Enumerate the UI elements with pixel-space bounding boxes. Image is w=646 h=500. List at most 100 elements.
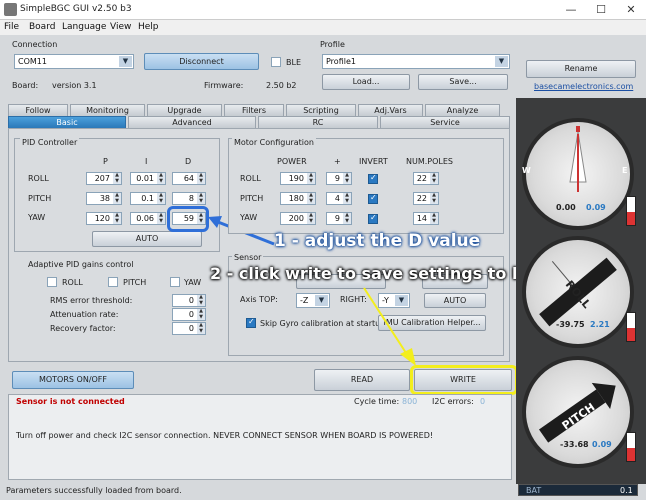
spinner-arrows-icon[interactable]: ▲ ▼: [430, 172, 438, 184]
sensor-group-label: Sensor: [232, 253, 264, 262]
load-button[interactable]: Load...: [322, 74, 410, 90]
axis-top-select[interactable]: -Z ▼: [296, 293, 330, 308]
motor-pitch-poles-input[interactable]: 22 ▲ ▼: [413, 192, 439, 205]
tab-analyze[interactable]: Analyze: [425, 104, 500, 116]
spinner-arrows-icon[interactable]: ▲ ▼: [197, 192, 205, 204]
profile-select[interactable]: Profile1 ▼: [322, 54, 510, 69]
motors-toggle-button[interactable]: MOTORS ON/OFF: [12, 371, 134, 389]
annotation-arrow-yellow: [363, 287, 416, 366]
recovery-factor-input[interactable]: 0 ▲ ▼: [172, 322, 206, 335]
spinner-arrows-icon[interactable]: ▲ ▼: [113, 192, 121, 204]
tab-upgrade[interactable]: Upgrade: [147, 104, 222, 116]
pitch-angle-value: -33.68: [560, 440, 589, 449]
motor-yaw-invert-checkbox[interactable]: [368, 213, 378, 224]
save-button[interactable]: Save...: [418, 74, 508, 90]
connection-label: Connection: [12, 40, 58, 49]
adaptive-label: Adaptive PID gains control: [28, 260, 134, 269]
pid-row-label: YAW: [28, 213, 46, 222]
spinner-arrows-icon[interactable]: ▲ ▼: [307, 212, 315, 224]
board-value: version 3.1: [52, 81, 97, 90]
tab-advanced[interactable]: Advanced: [128, 116, 256, 128]
spinner-arrows-icon[interactable]: ▲ ▼: [197, 294, 205, 306]
rename-button[interactable]: Rename: [526, 60, 636, 78]
pitch-speed-value: 0.09: [592, 440, 612, 449]
motor-row-label: YAW: [240, 213, 258, 222]
rms-threshold-label: RMS error threshold:: [50, 296, 133, 305]
motor-pitch-power-input[interactable]: 180 ▲ ▼: [280, 192, 316, 205]
ble-checkbox[interactable]: [271, 57, 281, 67]
pid-yaw-i-input[interactable]: 0.06 ▲ ▼: [130, 212, 166, 225]
menu-help[interactable]: Help: [138, 22, 159, 32]
pid-auto-button[interactable]: AUTO: [92, 231, 202, 247]
spinner-arrows-icon[interactable]: ▲ ▼: [157, 192, 165, 204]
attenuation-rate-input[interactable]: 0 ▲ ▼: [172, 308, 206, 321]
spinner-arrows-icon[interactable]: ▲ ▼: [157, 212, 165, 224]
tab-service[interactable]: Service: [380, 116, 510, 128]
read-button[interactable]: READ: [314, 369, 410, 391]
motor-roll-invert-checkbox[interactable]: [368, 173, 378, 184]
motor-roll-poles-input[interactable]: 22 ▲ ▼: [413, 172, 439, 185]
chevron-down-icon: ▼: [495, 56, 508, 67]
skip-gyro-checkbox[interactable]: [246, 317, 256, 328]
port-select[interactable]: COM11 ▼: [14, 54, 134, 69]
menu-file[interactable]: File: [4, 22, 19, 32]
spinner-arrows-icon[interactable]: ▲ ▼: [197, 308, 205, 320]
pid-roll-d-input[interactable]: 64 ▲ ▼: [172, 172, 206, 185]
tab-adj-vars[interactable]: Adj.Vars: [358, 104, 423, 116]
adaptive-roll-checkbox[interactable]: [47, 277, 57, 287]
spinner-arrows-icon[interactable]: ▲ ▼: [430, 212, 438, 224]
tab-filters[interactable]: Filters: [224, 104, 284, 116]
tab-rc[interactable]: RC: [258, 116, 378, 128]
yaw-gauge: [522, 118, 634, 230]
spinner-arrows-icon[interactable]: ▲ ▼: [430, 192, 438, 204]
cycle-time-label: Cycle time:: [354, 397, 400, 406]
yaw-gauge-dial: [569, 126, 587, 192]
tab-monitoring[interactable]: Monitoring: [70, 104, 145, 116]
motor-pitch-invert-checkbox[interactable]: [368, 193, 378, 204]
pid-pitch-p-input[interactable]: 38 ▲ ▼: [86, 192, 122, 205]
adaptive-yaw-checkbox[interactable]: [170, 277, 180, 287]
footer-status: Parameters successfully loaded from boar…: [6, 486, 182, 495]
battery-label: BAT: [526, 486, 542, 495]
tab-basic[interactable]: Basic: [8, 116, 126, 128]
title-bar: SimpleBGC GUI v2.50 b3 — ☐ ✕: [0, 0, 646, 20]
menu-view[interactable]: View: [110, 22, 131, 32]
spinner-arrows-icon[interactable]: ▲ ▼: [343, 212, 351, 224]
website-link[interactable]: basecamelectronics.com: [534, 82, 633, 91]
compass-east-label: E: [622, 166, 628, 175]
motor-roll-power-input[interactable]: 190 ▲ ▼: [280, 172, 316, 185]
menu-board[interactable]: Board: [29, 22, 55, 32]
motor-pitch-plus-input[interactable]: 4 ▲ ▼: [326, 192, 352, 205]
pid-roll-p-input[interactable]: 207 ▲ ▼: [86, 172, 122, 185]
spinner-arrows-icon[interactable]: ▲ ▼: [307, 192, 315, 204]
motor-yaw-poles-input[interactable]: 14 ▲ ▼: [413, 212, 439, 225]
motor-roll-plus-input[interactable]: 9 ▲ ▼: [326, 172, 352, 185]
rms-threshold-input[interactable]: 0 ▲ ▼: [172, 294, 206, 307]
profile-label: Profile: [320, 40, 345, 49]
close-button[interactable]: ✕: [616, 0, 646, 20]
spinner-arrows-icon[interactable]: ▲ ▼: [197, 322, 205, 334]
menu-language[interactable]: Language: [62, 22, 106, 32]
spinner-arrows-icon[interactable]: ▲ ▼: [113, 212, 121, 224]
spinner-arrows-icon[interactable]: ▲ ▼: [307, 172, 315, 184]
tab-scripting[interactable]: Scripting: [286, 104, 356, 116]
spinner-arrows-icon[interactable]: ▲ ▼: [343, 192, 351, 204]
motor-yaw-power-input[interactable]: 200 ▲ ▼: [280, 212, 316, 225]
pid-yaw-p-input[interactable]: 120 ▲ ▼: [86, 212, 122, 225]
spinner-arrows-icon[interactable]: ▲ ▼: [113, 172, 121, 184]
spinner-arrows-icon[interactable]: ▲ ▼: [197, 172, 205, 184]
tab-follow[interactable]: Follow: [8, 104, 68, 116]
adaptive-pitch-checkbox[interactable]: [108, 277, 118, 287]
pid-pitch-i-input[interactable]: 0.1 ▲ ▼: [130, 192, 166, 205]
adaptive-roll-label: ROLL: [62, 278, 83, 287]
sensor-auto-button[interactable]: AUTO: [424, 293, 486, 308]
spinner-arrows-icon[interactable]: ▲ ▼: [343, 172, 351, 184]
disconnect-button[interactable]: Disconnect: [144, 53, 259, 70]
pid-roll-i-input[interactable]: 0.01 ▲ ▼: [130, 172, 166, 185]
spinner-arrows-icon[interactable]: ▲ ▼: [157, 172, 165, 184]
maximize-button[interactable]: ☐: [586, 0, 616, 20]
minimize-button[interactable]: —: [556, 0, 586, 20]
firmware-label: Firmware:: [204, 81, 244, 90]
pid-pitch-d-input[interactable]: 8 ▲ ▼: [172, 192, 206, 205]
motor-yaw-plus-input[interactable]: 9 ▲ ▼: [326, 212, 352, 225]
